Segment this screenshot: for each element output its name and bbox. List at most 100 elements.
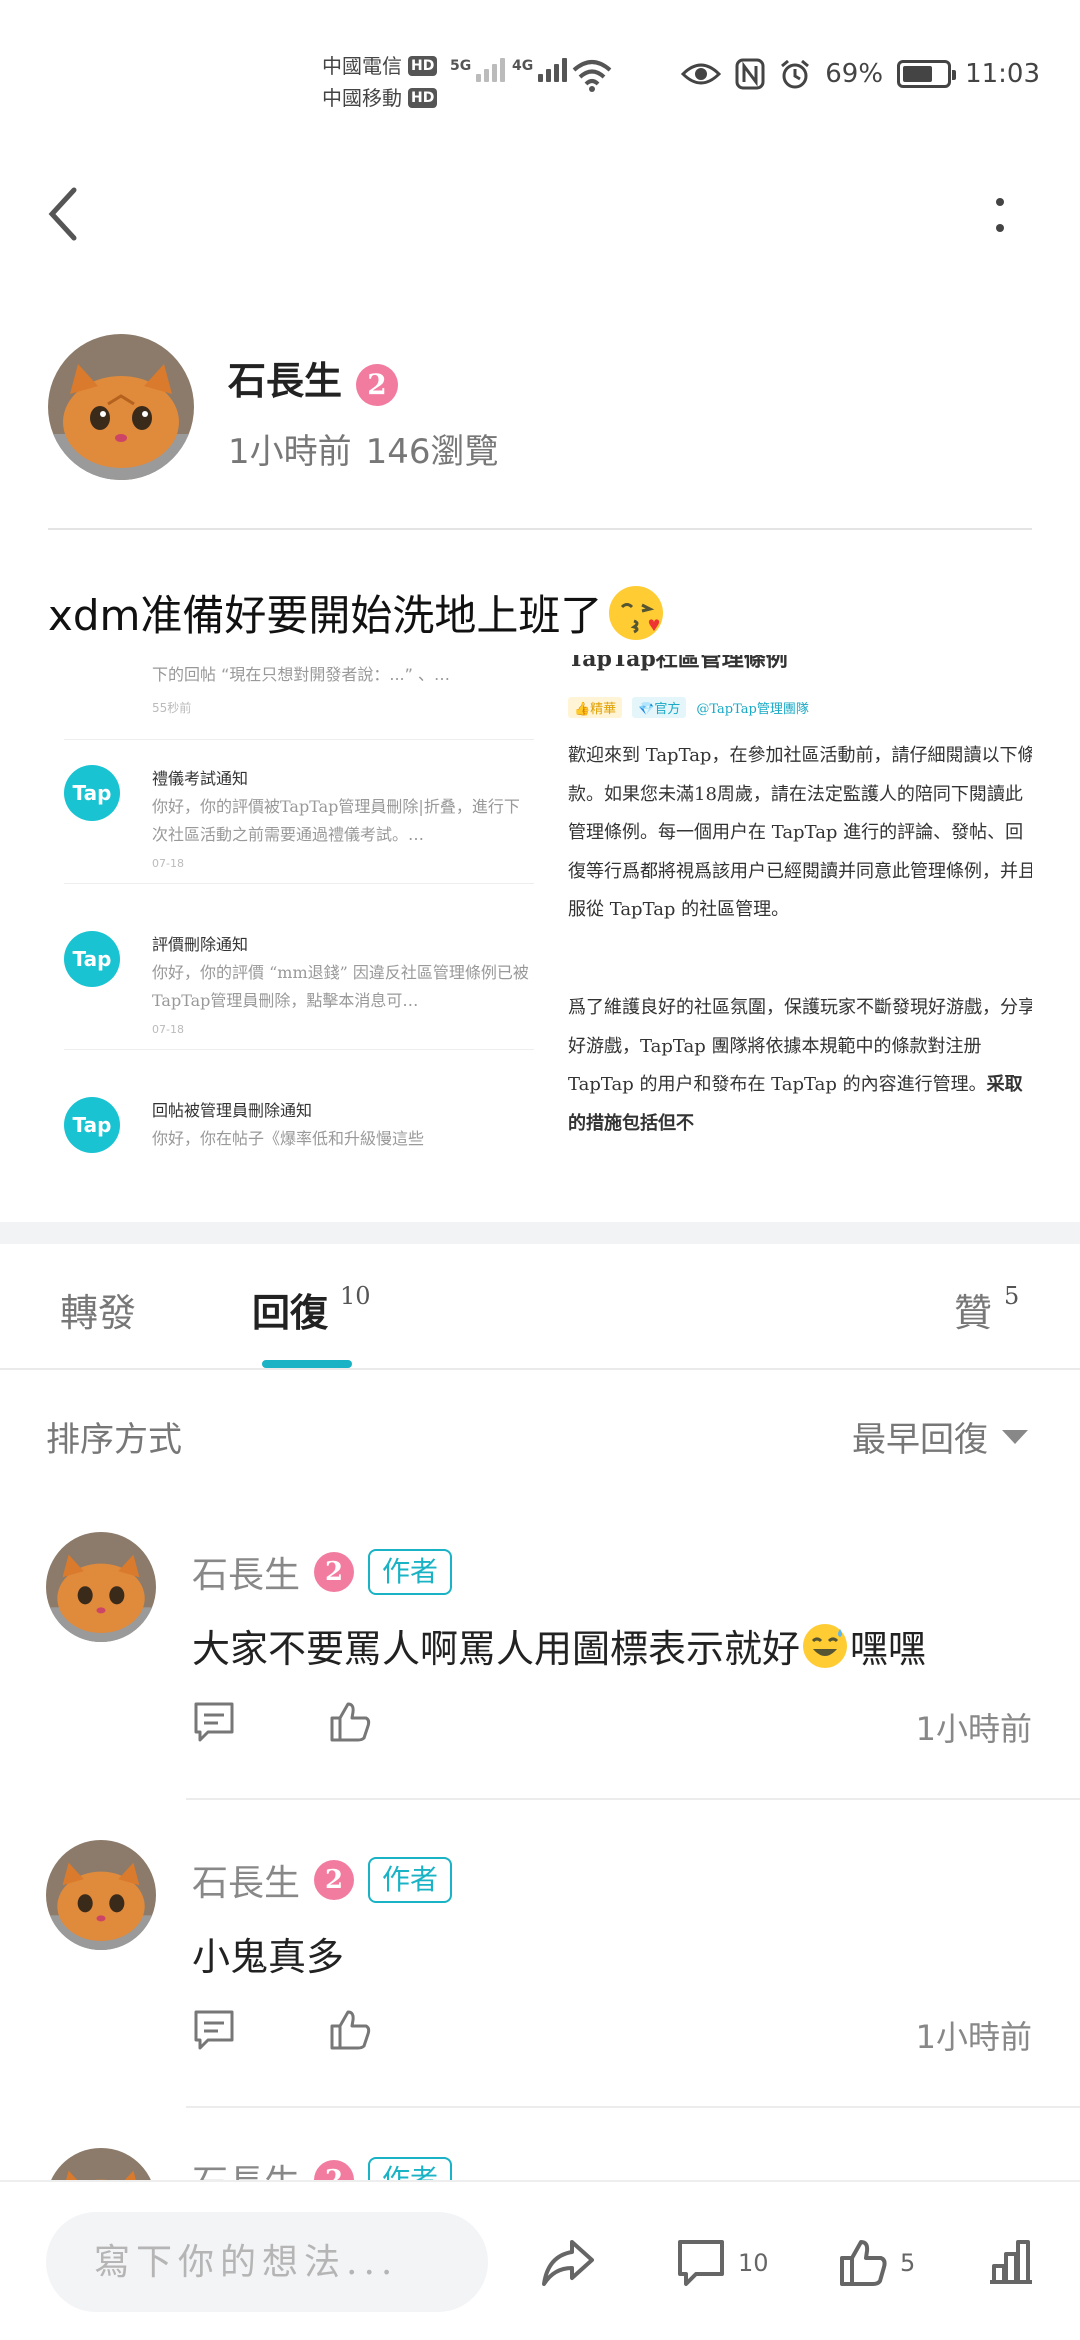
more-options-icon[interactable]	[990, 196, 1010, 236]
comment-icon[interactable]	[192, 1700, 236, 1744]
like-count: 5	[1004, 1282, 1020, 1310]
reply-avatar[interactable]	[46, 1840, 156, 1950]
level-badge: 2	[314, 1552, 355, 1592]
reply-actions	[192, 2008, 372, 2052]
post-image[interactable]: 下的回帖 “現在只想對開發者說：...” 、… 55秒前 Tap 禮儀考試通知 …	[48, 655, 1032, 1155]
bar-chart-icon	[990, 2240, 1032, 2284]
notice-title: 評價刪除通知	[152, 935, 249, 954]
notice-date: 07-18	[152, 1023, 184, 1036]
rules-paragraph-2: 爲了維護良好的社區氛圍，保護玩家不斷發現好游戲，分享好游戲，TapTap 團隊將…	[568, 997, 1032, 1134]
eye-icon	[681, 63, 722, 85]
reply-item: 石長生 2 作者 大家不要罵人啊罵人用圖標表示就好 嘿嘿 1小時前	[0, 1532, 1080, 1840]
thumbs-up-icon[interactable]	[328, 2008, 372, 2052]
signal-5g-icon: 5G	[450, 58, 506, 82]
sort-value: 最早回復	[852, 1420, 988, 1460]
sort-label: 排序方式	[46, 1420, 182, 1460]
reply-item: 石長生 2 作者 小鬼真多 1小時前	[0, 1840, 1080, 2148]
level-badge: 2	[314, 2160, 355, 2182]
nfc-icon	[735, 58, 765, 90]
reply-author-name[interactable]: 石長生	[192, 2154, 300, 2182]
back-arrow-icon[interactable]	[44, 186, 84, 242]
reply-avatar[interactable]	[46, 2148, 156, 2182]
comment-icon	[678, 2240, 724, 2286]
reply-text: 大家不要罵人啊罵人用圖標表示就好 嘿嘿	[192, 1618, 926, 1673]
view-count: 146瀏覽	[365, 432, 499, 472]
comment-icon[interactable]	[192, 2008, 236, 2052]
divider	[0, 1368, 1080, 1370]
essence-tag: 👍精華	[568, 697, 623, 718]
author-avatar[interactable]	[48, 334, 194, 480]
rules-tags: 👍精華 💎官方 @TapTap管理團隊	[568, 697, 809, 718]
reply-avatar[interactable]	[46, 1532, 156, 1642]
cat-avatar-icon	[46, 1532, 156, 1642]
sweat-smile-emoji-icon	[803, 1623, 848, 1668]
author-tag: 作者	[368, 2157, 453, 2182]
sort-dropdown[interactable]: 最早回復	[852, 1412, 1028, 1461]
reply-time: 1小時前	[915, 1710, 1032, 1748]
clock: 11:03	[965, 59, 1040, 89]
share-icon	[542, 2240, 594, 2286]
author-tag: 作者	[368, 1857, 453, 1903]
tab-repost[interactable]: 轉發	[60, 1282, 136, 1337]
reply-time: 1小時前	[915, 2018, 1032, 2056]
reply-author: 石長生 2 作者	[192, 2154, 453, 2182]
reply-text: 小鬼真多	[192, 1935, 345, 1979]
thumbs-up-icon[interactable]	[328, 1700, 372, 1744]
battery-percent: 69%	[825, 59, 884, 89]
level-badge: 2	[314, 1860, 355, 1900]
kiss-emoji-icon	[609, 585, 664, 640]
stats-button[interactable]	[986, 2238, 1036, 2284]
carrier-2: 中國移動	[322, 86, 402, 110]
carrier-info: 中國電信 HD 中國移動 HD	[322, 50, 438, 114]
comment-button[interactable]: 10	[676, 2238, 769, 2288]
post-time: 1小時前	[228, 432, 352, 472]
status-bar: 中國電信 HD 中國移動 HD 5G 4G 69% 11:03	[0, 0, 1080, 140]
notice-cut-time: 55秒前	[152, 701, 192, 715]
reply-author-name[interactable]: 石長生	[192, 1854, 300, 1906]
cat-avatar-icon	[46, 1840, 156, 1950]
section-gap	[0, 1222, 1080, 1244]
reply-author-name[interactable]: 石長生	[192, 1546, 300, 1598]
official-tag: 💎官方	[632, 697, 687, 718]
notice-body: 你好，你的評價 “mm退錢” 因違反社區管理條例已被TapTap管理員刪除，點擊…	[152, 963, 529, 1010]
post-title-text: xdm准備好要開始洗地上班了	[48, 591, 603, 640]
notice-cut-text: 下的回帖 “現在只想對開發者說：...” 、…	[152, 665, 451, 684]
wifi-icon	[572, 60, 612, 92]
tab-indicator	[262, 1360, 352, 1368]
reply-count: 10	[340, 1282, 371, 1310]
chevron-down-icon	[1002, 1429, 1028, 1444]
taptap-logo-icon: Tap	[64, 931, 120, 987]
tab-like[interactable]: 贊5	[954, 1282, 1019, 1337]
hd-badge: HD	[408, 56, 438, 76]
author-tag: 作者	[368, 1549, 453, 1595]
level-badge: 2	[356, 363, 399, 406]
admin-team-link: @TapTap管理團隊	[696, 702, 809, 717]
reply-actions	[192, 1700, 372, 1744]
tab-reply[interactable]: 回復 10	[252, 1282, 371, 1337]
author-name[interactable]: 石長生	[228, 358, 342, 403]
alarm-icon	[781, 59, 810, 89]
rules-title: TapTap社區管理條例	[568, 655, 788, 672]
divider	[186, 1798, 1080, 1800]
reply-author: 石長生 2 作者	[192, 1546, 453, 1598]
signal-4g-icon: 4G	[512, 58, 568, 82]
bottom-bar: 10 5	[0, 2180, 1080, 2340]
divider	[48, 528, 1032, 530]
battery-icon	[897, 60, 957, 88]
post-title: xdm准備好要開始洗地上班了	[48, 582, 664, 643]
notifications-screenshot: 下的回帖 “現在只想對開發者說：...” 、… 55秒前 Tap 禮儀考試通知 …	[64, 655, 554, 1155]
thumbs-up-icon	[840, 2240, 887, 2286]
like-count: 5	[900, 2249, 916, 2277]
cat-avatar-icon	[46, 2148, 156, 2182]
divider	[64, 883, 534, 884]
like-button[interactable]: 5	[838, 2238, 915, 2288]
cat-avatar-icon	[48, 334, 194, 480]
notice-title: 禮儀考試通知	[152, 769, 249, 788]
share-button[interactable]	[540, 2238, 596, 2288]
comment-input[interactable]	[46, 2212, 488, 2312]
carrier-1: 中國電信	[322, 54, 402, 78]
divider	[64, 1049, 534, 1050]
notice-title: 回帖被管理員刪除通知	[152, 1101, 313, 1120]
comment-count: 10	[738, 2249, 769, 2277]
divider	[186, 2106, 1080, 2108]
